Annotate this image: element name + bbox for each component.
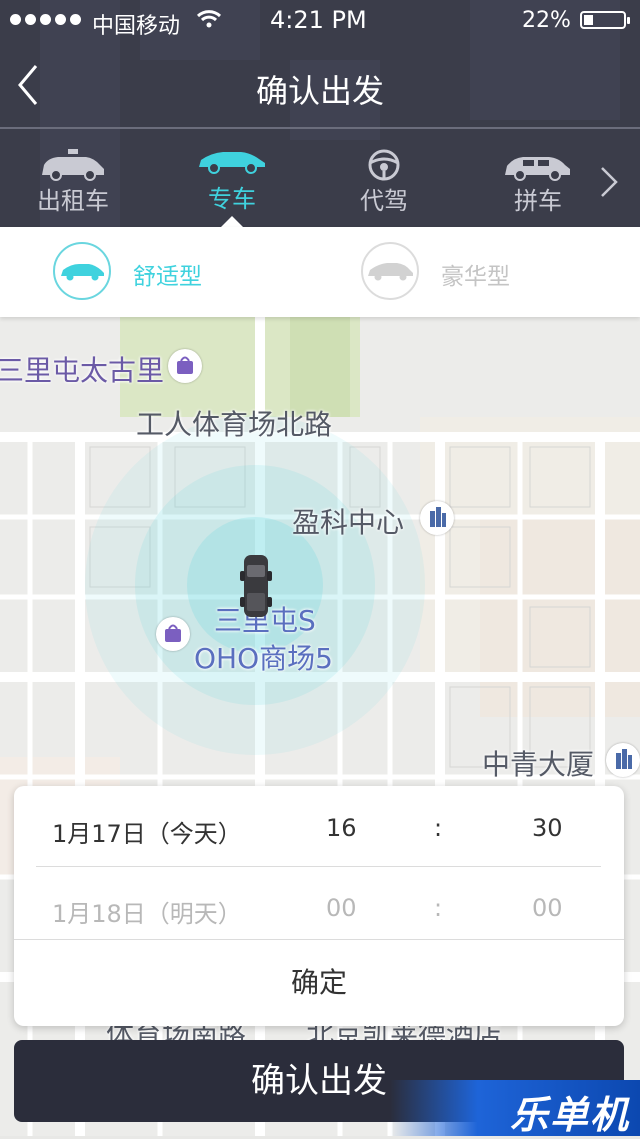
clock: 4:21 PM [270, 6, 367, 34]
poi-label: OHO商场5 [194, 642, 333, 675]
picker-colon: : [434, 814, 443, 842]
battery-percent: 22% [522, 8, 571, 33]
building-icon[interactable] [606, 743, 640, 777]
wifi-icon [196, 10, 222, 28]
building-icon[interactable] [420, 501, 454, 535]
picker-hour: 16 [326, 814, 357, 842]
luxury-car-icon [368, 263, 413, 281]
road-label: 工人体育场北路 [136, 408, 333, 441]
car-type-label: 豪华型 [441, 264, 510, 290]
tab-label: 代驾 [360, 187, 408, 215]
carrier-label: 中国移动 [92, 14, 181, 39]
shopping-bag-icon[interactable] [168, 349, 202, 383]
departure-time-picker: 1月17日（今天） 16 : 30 1月18日（明天） 00 : 00 确定 [14, 786, 624, 1026]
picker-row-selected[interactable]: 1月17日（今天） 16 : 30 [14, 786, 624, 866]
car-type-label: 舒适型 [133, 264, 202, 290]
poi-label: 盈科中心 [292, 506, 405, 539]
picker-minute: 30 [532, 814, 563, 842]
tab-designated-driver[interactable]: 代驾 [314, 129, 454, 227]
picker-hour: 00 [326, 894, 357, 922]
battery-icon [580, 11, 630, 29]
vehicle-marker-icon [240, 555, 272, 617]
tab-label: 拼车 [514, 187, 562, 215]
picker-minute: 00 [532, 894, 563, 922]
tab-taxi[interactable]: 出租车 [3, 129, 143, 227]
picker-colon: : [434, 894, 443, 922]
picker-date: 1月17日（今天） [52, 820, 242, 848]
page-title: 确认出发 [255, 72, 384, 110]
signal-icon [10, 14, 81, 25]
sedan-icon [61, 264, 104, 281]
car-type-selector: 舒适型 豪华型 [0, 227, 640, 317]
carpool-icon [505, 157, 570, 181]
car-icon [199, 152, 265, 174]
nav-bar: 确认出发 [0, 42, 640, 128]
picker-row[interactable]: 1月18日（明天） 00 : 00 [14, 866, 624, 946]
active-tab-pointer [221, 216, 243, 227]
watermark-text: 乐单机 [510, 1093, 631, 1137]
tab-label: 出租车 [37, 187, 109, 215]
header: 中国移动 4:21 PM 22% 确认出发 出租车 专车 代驾 拼车 [0, 0, 640, 227]
car-type-icon-ring [53, 242, 111, 300]
status-bar: 中国移动 4:21 PM 22% [0, 0, 640, 42]
tab-carpool[interactable]: 拼车 [468, 129, 608, 227]
tab-label: 专车 [208, 185, 256, 213]
taxi-icon [42, 149, 104, 181]
car-type-icon-ring [361, 242, 419, 300]
picker-confirm-button[interactable]: 确定 [14, 940, 624, 1026]
poi-label: 中青大厦 [482, 748, 595, 781]
more-tabs-chevron-icon[interactable] [598, 165, 620, 199]
picker-date: 1月18日（明天） [52, 900, 242, 928]
tab-premium-car[interactable]: 专车 [162, 129, 302, 227]
shopping-bag-icon[interactable] [156, 617, 190, 651]
poi-label: 三里屯太古里 [0, 354, 165, 387]
service-tabs: 出租车 专车 代驾 拼车 [0, 129, 640, 227]
steering-wheel-icon [368, 149, 400, 181]
